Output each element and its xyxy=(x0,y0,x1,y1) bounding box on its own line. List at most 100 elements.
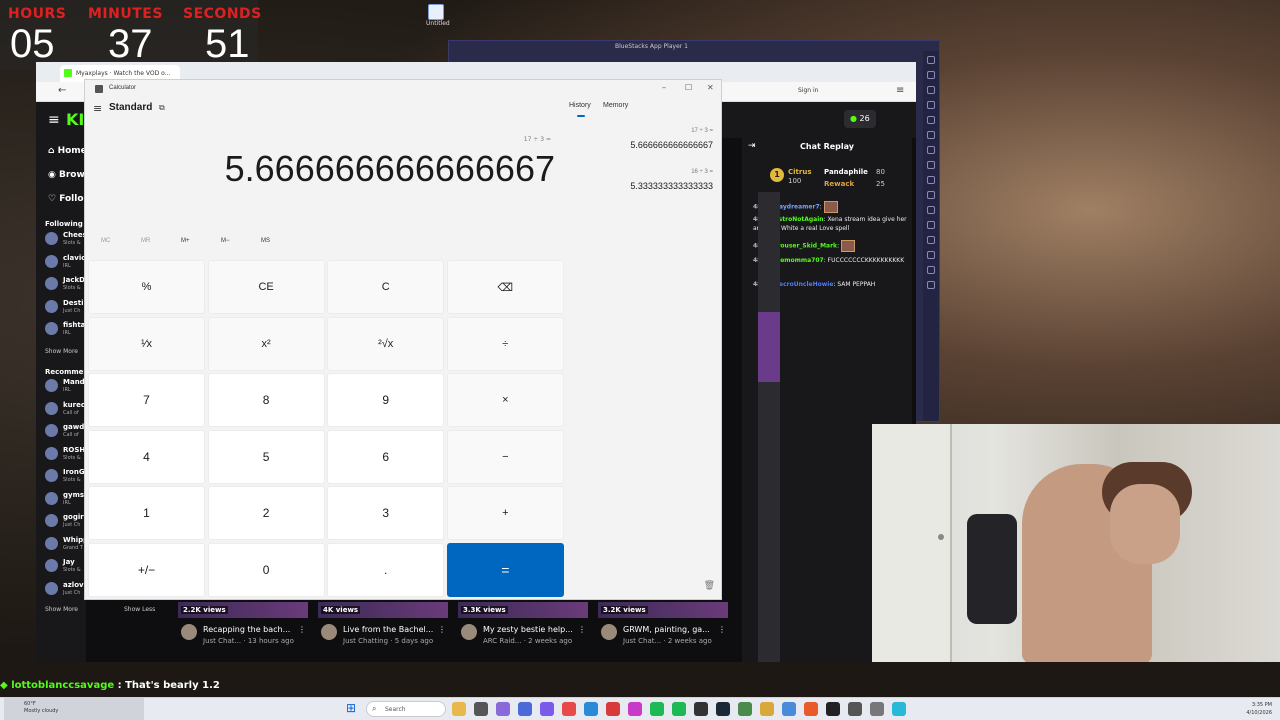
chat-user[interactable]: joemomma707 xyxy=(774,257,824,264)
equals-button[interactable]: = xyxy=(446,542,564,597)
memory-store-button[interactable]: MS xyxy=(261,238,270,244)
vod-title[interactable]: GRWM, painting, ga... xyxy=(623,625,710,634)
channel-item[interactable]: Chees Slots & xyxy=(45,230,86,250)
app-icon[interactable] xyxy=(892,702,906,716)
chat-user[interactable]: Daydreamer7 xyxy=(774,204,820,211)
app-icon[interactable] xyxy=(782,702,796,716)
maximize-icon[interactable]: ☐ xyxy=(685,83,692,92)
tool-icon[interactable] xyxy=(927,101,935,109)
zero-button[interactable]: 0 xyxy=(207,542,325,597)
app-icon[interactable] xyxy=(584,702,598,716)
more-options-icon[interactable]: ⋮ xyxy=(578,625,586,634)
five-button[interactable]: 5 xyxy=(207,429,325,484)
app-icon[interactable] xyxy=(694,702,708,716)
six-button[interactable]: 6 xyxy=(327,429,445,484)
keep-on-top-icon[interactable]: ⧉ xyxy=(159,103,165,113)
close-icon[interactable]: ✕ xyxy=(707,83,714,92)
app-icon[interactable] xyxy=(826,702,840,716)
history-item[interactable]: 17 ÷ 3 = 5.666666666666667 xyxy=(630,128,713,150)
history-item[interactable]: 16 ÷ 3 = 5.333333333333333 xyxy=(630,169,713,191)
avatar[interactable] xyxy=(461,624,477,640)
minimize-icon[interactable]: – xyxy=(662,83,666,92)
app-icon[interactable] xyxy=(760,702,774,716)
tool-icon[interactable] xyxy=(927,56,935,64)
memory-recall-button[interactable]: MR xyxy=(141,238,150,244)
show-less-link[interactable]: Show Less xyxy=(124,606,155,613)
show-more-link[interactable]: Show More xyxy=(45,348,78,355)
points-badge[interactable]: ● 26 xyxy=(844,110,876,128)
show-more-link-2[interactable]: Show More xyxy=(45,606,78,613)
three-button[interactable]: 3 xyxy=(327,486,445,541)
app-icon[interactable] xyxy=(518,702,532,716)
channel-item[interactable]: kurec Call of xyxy=(45,400,86,420)
memory-subtract-button[interactable]: M− xyxy=(221,238,230,244)
nav-home[interactable]: ⌂ Home xyxy=(48,146,86,156)
tool-icon[interactable] xyxy=(927,116,935,124)
menu-dots-icon[interactable]: ≡ xyxy=(896,85,904,96)
tool-icon[interactable] xyxy=(927,236,935,244)
calculator-window[interactable]: Calculator – ☐ ✕ ≡ Standard ⧉ History Me… xyxy=(84,79,722,600)
negate-button[interactable]: +/− xyxy=(88,542,205,597)
channel-item[interactable]: azlove Just Ch xyxy=(45,580,86,600)
avatar[interactable] xyxy=(321,624,337,640)
nine-button[interactable]: 9 xyxy=(327,373,445,428)
tool-icon[interactable] xyxy=(927,221,935,229)
desktop-file-icon[interactable]: Untitled xyxy=(426,4,450,34)
hamburger-menu-icon[interactable]: ≡ xyxy=(93,102,102,115)
app-icon[interactable] xyxy=(650,702,664,716)
channel-item[interactable]: gogirl Just Ch xyxy=(45,512,86,532)
tool-icon[interactable] xyxy=(927,176,935,184)
app-icon[interactable] xyxy=(540,702,554,716)
channel-item[interactable]: MandeIRL xyxy=(45,377,86,397)
taskbar-clock[interactable]: 3:35 PM 4/10/2026 xyxy=(1246,701,1272,717)
avatar[interactable] xyxy=(181,624,197,640)
more-options-icon[interactable]: ⋮ xyxy=(298,625,306,634)
eight-button[interactable]: 8 xyxy=(207,373,325,428)
app-icon[interactable] xyxy=(738,702,752,716)
square-button[interactable]: x² xyxy=(207,316,325,371)
app-icon[interactable] xyxy=(606,702,620,716)
app-icon[interactable] xyxy=(628,702,642,716)
two-button[interactable]: 2 xyxy=(207,486,325,541)
channel-item[interactable]: gawdeCall of xyxy=(45,422,86,442)
channel-item[interactable]: Jay Slots & xyxy=(45,557,86,577)
vod-title[interactable]: Live from the Bachel... xyxy=(343,625,433,634)
channel-item[interactable]: clavic IRL xyxy=(45,253,86,273)
tool-icon[interactable] xyxy=(927,206,935,214)
avatar[interactable] xyxy=(601,624,617,640)
clear-button[interactable]: C xyxy=(327,260,445,314)
reciprocal-button[interactable]: ¹⁄x xyxy=(88,316,205,371)
windows-start-icon[interactable]: ⊞ xyxy=(346,702,358,714)
four-button[interactable]: 4 xyxy=(88,429,205,484)
nav-browse[interactable]: ◉ Brow xyxy=(48,170,85,180)
tool-icon[interactable] xyxy=(927,131,935,139)
app-icon[interactable] xyxy=(804,702,818,716)
clear-entry-button[interactable]: CE xyxy=(207,260,325,314)
channel-item[interactable]: Destin Just Ch xyxy=(45,298,86,318)
tool-icon[interactable] xyxy=(927,86,935,94)
taskbar-search[interactable]: ⌕ Search xyxy=(366,701,446,717)
tool-icon[interactable] xyxy=(927,146,935,154)
tool-icon[interactable] xyxy=(927,191,935,199)
sign-in-button[interactable]: Sign in xyxy=(798,87,818,94)
subtract-button[interactable]: − xyxy=(446,429,564,484)
trash-icon[interactable]: 🗑 xyxy=(704,581,715,591)
vod-card[interactable]: 4K views Live from the Bachel... Just Chat… xyxy=(318,602,453,662)
channel-item[interactable]: ROSH Slots & xyxy=(45,445,86,465)
add-button[interactable]: + xyxy=(446,486,564,541)
app-icon[interactable] xyxy=(474,702,488,716)
app-icon[interactable] xyxy=(496,702,510,716)
app-icon[interactable] xyxy=(870,702,884,716)
channel-item[interactable]: Whipp Grand T xyxy=(45,535,86,555)
divide-button[interactable]: ÷ xyxy=(446,316,564,371)
decimal-button[interactable]: . xyxy=(327,542,445,597)
vod-card[interactable]: 3.2K views GRWM, painting, ga... Just Chat… xyxy=(598,602,733,662)
kick-logo[interactable]: KI xyxy=(66,110,84,129)
more-options-icon[interactable]: ⋮ xyxy=(718,625,726,634)
vod-card[interactable]: 3.3K views My zesty bestie help... ARC Rai… xyxy=(458,602,593,662)
chat-user[interactable]: Trouser_Skid_Mark xyxy=(774,243,837,250)
channel-item[interactable]: JackD Slots & xyxy=(45,275,86,295)
weather-widget[interactable]: 60°F Mostly cloudy xyxy=(4,698,144,720)
channel-item[interactable]: gymst IRL xyxy=(45,490,86,510)
seven-button[interactable]: 7 xyxy=(88,373,205,428)
